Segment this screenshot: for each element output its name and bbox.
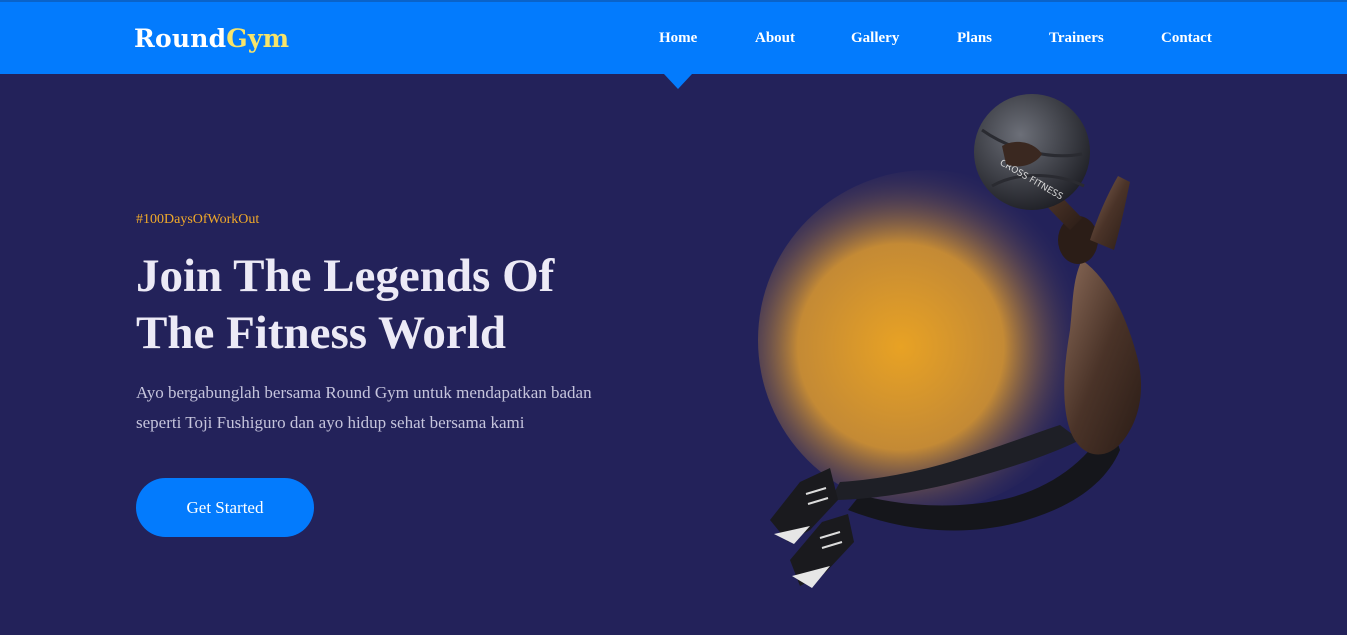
hero-description-line2: seperti Toji Fushiguro dan ayo hidup seh… xyxy=(136,413,525,432)
hero-description-line1: Ayo bergabunglah bersama Round Gym untuk… xyxy=(136,383,592,402)
nav-item-contact[interactable]: Contact xyxy=(1161,30,1212,47)
athlete-torso xyxy=(1064,260,1142,455)
hero-title: Join The Legends Of The Fitness World xyxy=(136,248,656,362)
athlete-arms xyxy=(1090,176,1130,250)
get-started-button[interactable]: Get Started xyxy=(136,478,314,537)
nav-item-trainers[interactable]: Trainers xyxy=(1049,30,1104,47)
hero-hashtag: #100DaysOfWorkOut xyxy=(136,212,260,227)
nav-item-about[interactable]: About xyxy=(755,30,795,47)
hero-title-line2: The Fitness World xyxy=(136,307,506,359)
nav-item-gallery[interactable]: Gallery xyxy=(851,30,899,47)
navbar: RoundGym Home About Gallery Plans Traine… xyxy=(0,0,1347,74)
nav-item-plans[interactable]: Plans xyxy=(957,30,992,47)
main-nav: Home About Gallery Plans Trainers Contac… xyxy=(0,2,1347,76)
hero-description: Ayo bergabunglah bersama Round Gym untuk… xyxy=(136,378,636,438)
nav-item-home[interactable]: Home xyxy=(659,30,697,47)
hero-athlete-illustration: CROSS FITNESS xyxy=(758,94,1142,588)
glow-circle xyxy=(758,170,1098,510)
hero-title-line1: Join The Legends Of xyxy=(136,250,555,302)
active-nav-indicator xyxy=(664,74,692,89)
